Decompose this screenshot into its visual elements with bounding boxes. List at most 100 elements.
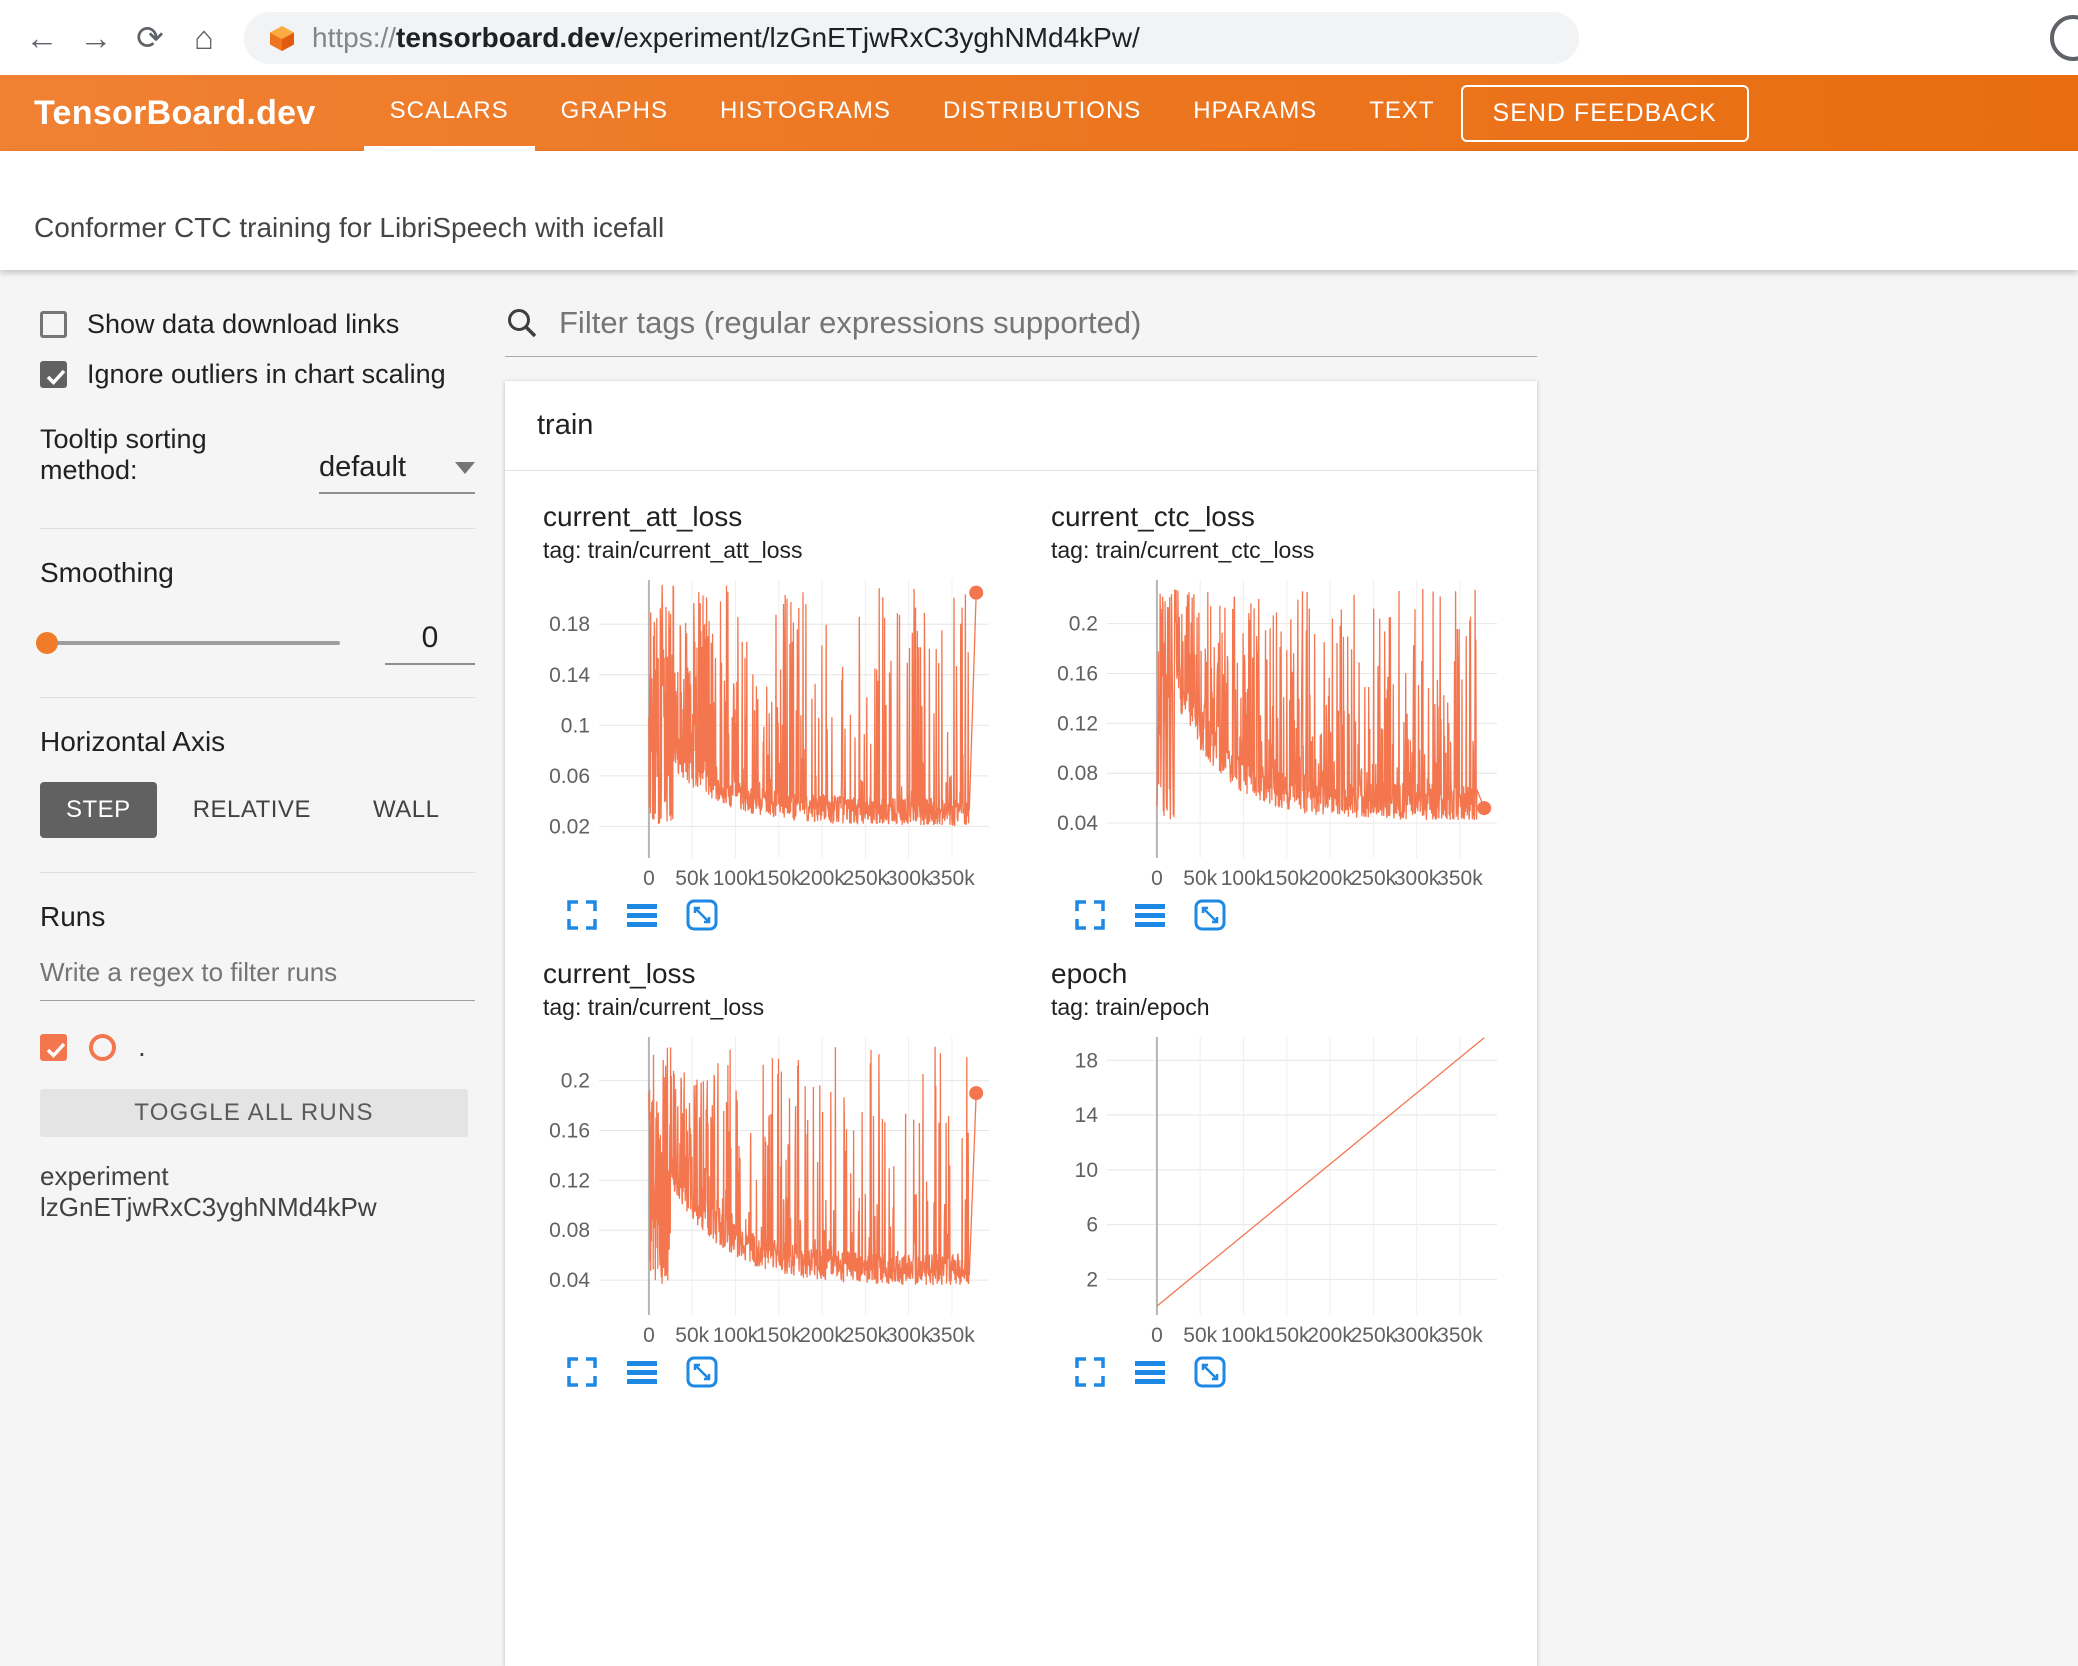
app-header: TensorBoard.dev SCALARS GRAPHS HISTOGRAM… [0,75,2078,151]
run-checkbox[interactable] [40,1033,67,1061]
tab-text[interactable]: TEXT [1343,75,1460,151]
chart-toolbar [543,1355,1011,1389]
tab-scalars[interactable]: SCALARS [363,75,535,151]
train-section-card: train current_att_loss tag: train/curren… [505,381,1537,1666]
svg-text:250k: 250k [1351,867,1397,890]
svg-text:18: 18 [1075,1049,1098,1072]
svg-text:0.12: 0.12 [1057,712,1098,735]
scalar-chart[interactable]: 0.020.060.10.140.180 50k 100k150k200k250k3… [543,572,1003,894]
fit-to-frame-icon[interactable] [685,1355,719,1389]
relative-button[interactable]: RELATIVE [167,782,337,838]
svg-text:0.08: 0.08 [1057,762,1098,785]
svg-text:0.12: 0.12 [549,1169,590,1192]
scalar-chart[interactable]: 0.040.080.120.160.20 50k 100k150k200k250k3… [1051,572,1511,894]
tooltip-sorting-select[interactable]: default [318,451,475,494]
svg-text:250k: 250k [1351,1324,1397,1347]
smoothing-slider[interactable] [36,632,340,654]
send-feedback-button[interactable]: SEND FEEDBACK [1460,84,1749,142]
horizontal-axis-label: Horizontal Axis [40,726,226,757]
favicon-icon [270,25,294,51]
show-download-links-checkbox[interactable] [40,310,67,338]
svg-text:150k: 150k [1264,867,1310,890]
divider [40,528,475,529]
svg-text:250k: 250k [843,1324,889,1347]
chart-tag: tag: train/current_att_loss [543,537,803,563]
fullscreen-icon[interactable] [1073,1355,1107,1389]
show-download-links-row: Show data download links [40,304,475,344]
browser-toolbar: ← → ⟳ ⌂ https://tensorboard.dev/experime… [0,0,2078,75]
fullscreen-icon[interactable] [1073,898,1107,932]
runs-label: Runs [40,901,106,932]
check-icon [46,1042,66,1058]
svg-text:0.04: 0.04 [1057,812,1098,835]
divider [40,697,475,698]
chart-title: epoch [1051,958,1128,989]
svg-text:350k: 350k [929,1324,975,1347]
fit-to-frame-icon[interactable] [685,898,719,932]
ignore-outliers-checkbox[interactable] [40,360,67,388]
svg-text:0: 0 [1151,1324,1163,1347]
home-icon[interactable]: ⌂ [180,14,228,62]
reload-icon[interactable]: ⟳ [126,14,174,62]
svg-text:0: 0 [643,1324,655,1347]
chart-toolbar [1051,898,1519,932]
chart-toolbar [1051,1355,1519,1389]
svg-text:0.2: 0.2 [1069,613,1098,636]
smoothing-value-input[interactable] [385,621,475,665]
scalar-chart[interactable]: 0.040.080.120.160.20 50k 100k150k200k250k3… [543,1029,1003,1351]
chevron-down-icon [455,461,475,474]
section-title-train[interactable]: train [505,381,1537,471]
smoothing-row [36,621,475,665]
show-download-links-label: Show data download links [87,308,400,339]
forward-icon[interactable]: → [72,14,120,62]
svg-text:2: 2 [1086,1268,1098,1291]
wall-button[interactable]: WALL [347,782,465,838]
divider [40,872,475,873]
tab-hparams[interactable]: HPARAMS [1167,75,1343,151]
svg-text:0.04: 0.04 [549,1269,590,1292]
svg-text:0.2: 0.2 [561,1070,590,1093]
profile-avatar[interactable] [2050,14,2078,61]
smoothing-label: Smoothing [40,557,174,588]
svg-text:100k: 100k [1221,1324,1267,1347]
svg-text:150k: 150k [756,867,802,890]
main-content: train current_att_loss tag: train/curren… [505,270,1537,1666]
fullscreen-icon[interactable] [565,1355,599,1389]
fit-to-frame-icon[interactable] [1193,1355,1227,1389]
horizontal-lines-icon[interactable] [625,898,659,932]
svg-text:0.14: 0.14 [549,664,590,687]
toggle-all-runs-button[interactable]: TOGGLE ALL RUNS [40,1089,468,1137]
tab-graphs[interactable]: GRAPHS [535,75,694,151]
svg-text:50k: 50k [1183,1324,1217,1347]
horizontal-lines-icon[interactable] [1133,1355,1167,1389]
svg-text:200k: 200k [799,1324,845,1347]
chart-title: current_att_loss [543,501,743,532]
url-text: https://tensorboard.dev/experiment/lzGnE… [312,21,1140,53]
fit-to-frame-icon[interactable] [1193,898,1227,932]
svg-text:200k: 200k [799,867,845,890]
horizontal-lines-icon[interactable] [1133,898,1167,932]
horizontal-axis-buttons: STEP RELATIVE WALL [40,782,475,838]
settings-sidebar: Show data download links Ignore outliers… [0,270,505,1666]
chart-card-current-ctc-loss: current_ctc_loss tag: train/current_ctc_… [1021,481,1529,938]
fullscreen-icon[interactable] [565,898,599,932]
ignore-outliers-row: Ignore outliers in chart scaling [40,354,475,394]
svg-text:200k: 200k [1307,1324,1353,1347]
tab-histograms[interactable]: HISTOGRAMS [694,75,917,151]
run-filter-input[interactable] [40,945,475,1001]
address-bar[interactable]: https://tensorboard.dev/experiment/lzGnE… [244,11,1579,64]
step-button[interactable]: STEP [40,782,157,838]
svg-text:0.08: 0.08 [549,1219,590,1242]
slider-thumb[interactable] [36,632,58,654]
horizontal-lines-icon[interactable] [625,1355,659,1389]
tag-filter-input[interactable] [557,304,1537,342]
svg-text:300k: 300k [1394,1324,1440,1347]
scalar-chart[interactable]: 2 6 10 14 18 0 50k 100k150k200k250k300k350k [1051,1029,1511,1351]
tab-distributions[interactable]: DISTRIBUTIONS [917,75,1167,151]
chart-card-epoch: epoch tag: train/epoch 2 6 10 14 18 0 50k 100k 1… [1021,938,1529,1395]
svg-text:100k: 100k [1221,867,1267,890]
svg-text:6: 6 [1086,1214,1098,1237]
run-color-swatch [89,1033,116,1061]
back-icon[interactable]: ← [18,14,66,62]
run-row: . [40,1027,475,1067]
